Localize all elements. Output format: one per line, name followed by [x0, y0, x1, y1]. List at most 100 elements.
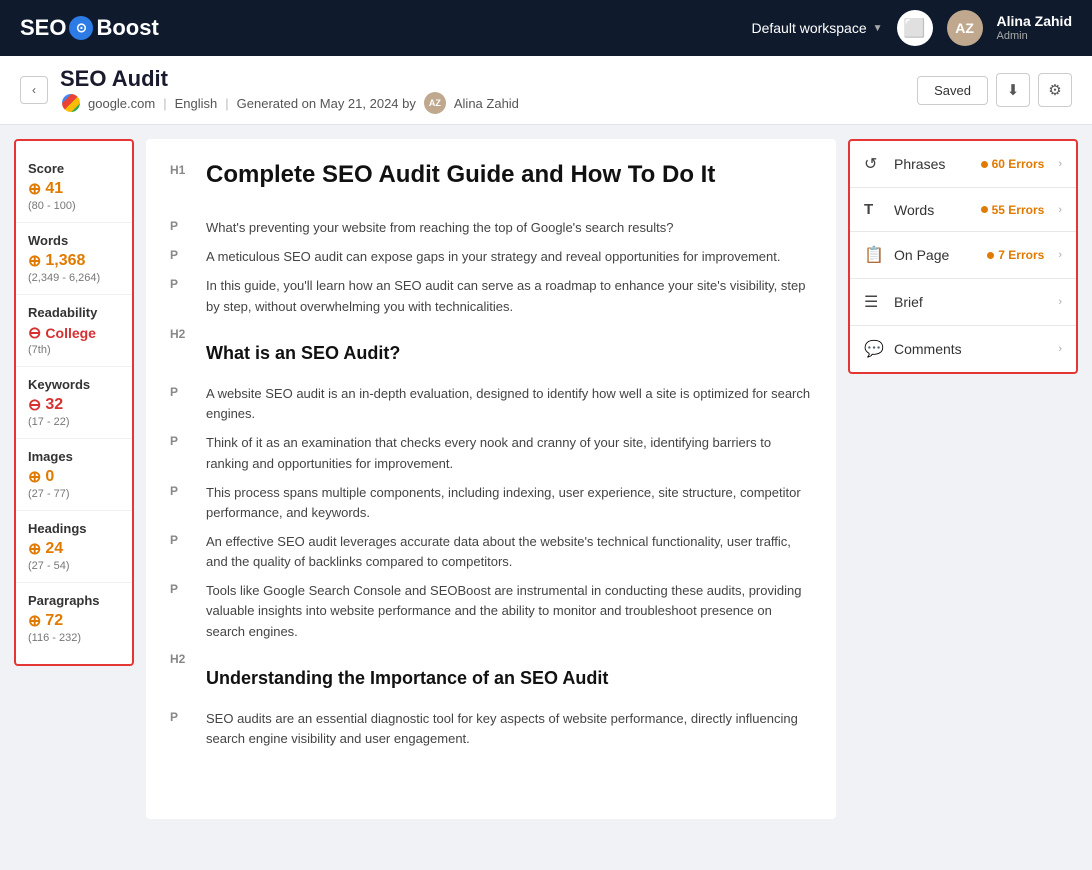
keywords-icon: ⊖ — [28, 395, 41, 415]
page-title: SEO Audit — [60, 66, 519, 92]
metric-headings-value: ⊕ 24 — [28, 539, 120, 559]
comments-label: Comments — [894, 341, 1048, 357]
phrases-errors: 60 Errors — [981, 157, 1045, 171]
p4-tag: P — [170, 384, 192, 399]
comments-icon: 💬 — [864, 339, 884, 359]
metric-readability: Readability ⊖ College (7th) — [16, 295, 132, 367]
metric-headings: Headings ⊕ 24 (27 - 54) — [16, 511, 132, 583]
metric-images-value: ⊕ 0 — [28, 467, 120, 487]
meta-author: Alina Zahid — [454, 96, 519, 111]
right-panel: ↺ Phrases 60 Errors › T Words 55 Errors … — [848, 139, 1078, 374]
onpage-label: On Page — [894, 247, 977, 263]
metric-headings-label: Headings — [28, 521, 120, 536]
para-5: P Think of it as an examination that che… — [170, 433, 812, 473]
readability-icon: ⊖ — [28, 323, 41, 343]
p1-text: What's preventing your website from reac… — [206, 218, 673, 238]
back-button[interactable]: ‹ — [20, 76, 48, 104]
metric-score-label: Score — [28, 161, 120, 176]
meta-generated: Generated on May 21, 2024 by — [237, 96, 416, 111]
settings-button[interactable]: ⚙ — [1038, 73, 1072, 107]
onpage-chevron-icon: › — [1058, 249, 1062, 261]
panel-item-onpage[interactable]: 📋 On Page 7 Errors › — [850, 232, 1076, 279]
metric-words: Words ⊕ 1,368 (2,349 - 6,264) — [16, 223, 132, 295]
keywords-range: (17 - 22) — [28, 416, 120, 428]
saved-button[interactable]: Saved — [917, 76, 988, 105]
p5-text: Think of it as an examination that check… — [206, 433, 812, 473]
words-error-dot — [981, 206, 988, 213]
workspace-chevron-icon: ▼ — [873, 23, 883, 34]
p3-text: In this guide, you'll learn how an SEO a… — [206, 276, 812, 316]
brief-icon: ☰ — [864, 292, 884, 312]
user-name: Alina Zahid — [997, 13, 1072, 30]
p8-text: Tools like Google Search Console and SEO… — [206, 581, 812, 641]
para-9: P SEO audits are an essential diagnostic… — [170, 709, 812, 749]
phrases-label: Phrases — [894, 156, 971, 172]
para-1: P What's preventing your website from re… — [170, 218, 812, 238]
google-icon — [62, 94, 80, 112]
workspace-selector[interactable]: Default workspace ▼ — [751, 20, 882, 36]
onpage-error-dot — [987, 252, 994, 259]
panel-item-words[interactable]: T Words 55 Errors › — [850, 188, 1076, 232]
metric-score: Score ⊕ 41 (80 - 100) — [16, 151, 132, 223]
metric-images-label: Images — [28, 449, 120, 464]
phrases-icon: ↺ — [864, 154, 884, 174]
metric-paragraphs-value: ⊕ 72 — [28, 611, 120, 631]
p6-text: This process spans multiple components, … — [206, 483, 812, 523]
brief-chevron-icon: › — [1058, 296, 1062, 308]
logo-seo: SEO — [20, 15, 66, 41]
h1-section: H1 Complete SEO Audit Guide and How To D… — [170, 159, 812, 204]
para-6: P This process spans multiple components… — [170, 483, 812, 523]
metric-keywords-value: ⊖ 32 — [28, 395, 120, 415]
meta-sep2: | — [225, 96, 228, 111]
download-button[interactable]: ⬇ — [996, 73, 1030, 107]
para-8: P Tools like Google Search Console and S… — [170, 581, 812, 641]
p7-tag: P — [170, 532, 192, 547]
onpage-errors: 7 Errors — [987, 248, 1044, 262]
p6-tag: P — [170, 483, 192, 498]
score-icon: ⊕ — [28, 179, 41, 199]
user-avatar: AZ — [947, 10, 983, 46]
p2-tag: P — [170, 247, 192, 262]
p2-text: A meticulous SEO audit can expose gaps i… — [206, 247, 780, 267]
images-icon: ⊕ — [28, 467, 41, 487]
metric-words-value: ⊕ 1,368 — [28, 251, 120, 271]
panel-item-comments[interactable]: 💬 Comments › — [850, 326, 1076, 372]
metric-keywords-label: Keywords — [28, 377, 120, 392]
h1-tag: H1 — [170, 159, 192, 177]
words-chevron-icon: › — [1058, 204, 1062, 216]
readability-sub: (7th) — [28, 344, 120, 356]
content-h1: Complete SEO Audit Guide and How To Do I… — [206, 159, 715, 190]
meta-domain: google.com — [88, 96, 155, 111]
meta-sep1: | — [163, 96, 166, 111]
metric-paragraphs-label: Paragraphs — [28, 593, 120, 608]
paragraphs-icon: ⊕ — [28, 611, 41, 631]
panel-item-brief[interactable]: ☰ Brief › — [850, 279, 1076, 326]
user-info: Alina Zahid Admin — [997, 13, 1072, 43]
comments-chevron-icon: › — [1058, 343, 1062, 355]
author-avatar: AZ — [424, 92, 446, 114]
keywords-number: 32 — [45, 396, 63, 414]
readability-text: College — [45, 325, 96, 341]
h2-2-row: H2 Understanding the Importance of an SE… — [170, 651, 812, 700]
p3-tag: P — [170, 276, 192, 291]
metric-images: Images ⊕ 0 (27 - 77) — [16, 439, 132, 511]
user-role: Admin — [997, 30, 1072, 43]
words-panel-label: Words — [894, 202, 971, 218]
brief-label: Brief — [894, 294, 1048, 310]
para-7: P An effective SEO audit leverages accur… — [170, 532, 812, 572]
words-number: 1,368 — [45, 252, 85, 270]
images-number: 0 — [45, 468, 54, 486]
metric-score-value: ⊕ 41 — [28, 179, 120, 199]
main-layout: Score ⊕ 41 (80 - 100) Words ⊕ 1,368 (2,3… — [0, 125, 1092, 870]
metric-words-label: Words — [28, 233, 120, 248]
headings-range: (27 - 54) — [28, 560, 120, 572]
panel-item-phrases[interactable]: ↺ Phrases 60 Errors › — [850, 141, 1076, 188]
h2-1-tag: H2 — [170, 326, 192, 341]
nav-right: Default workspace ▼ ⬜ AZ Alina Zahid Adm… — [751, 10, 1072, 46]
p9-text: SEO audits are an essential diagnostic t… — [206, 709, 812, 749]
nav-monitor-icon[interactable]: ⬜ — [897, 10, 933, 46]
content-area: H1 Complete SEO Audit Guide and How To D… — [146, 139, 836, 819]
p9-tag: P — [170, 709, 192, 724]
para-3: P In this guide, you'll learn how an SEO… — [170, 276, 812, 316]
words-errors: 55 Errors — [981, 203, 1045, 217]
